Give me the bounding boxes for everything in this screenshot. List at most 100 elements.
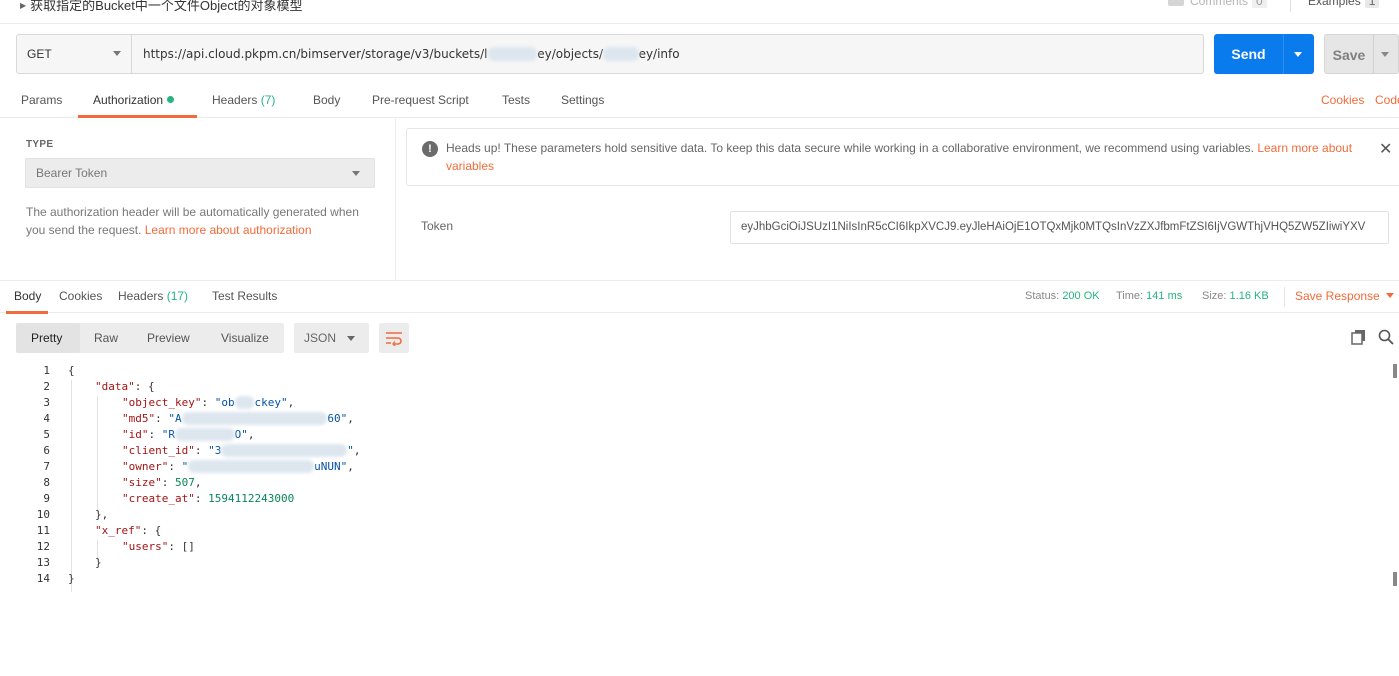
redacted-text: xxxxxxx [487, 47, 538, 61]
redacted-text: xxxxx [603, 47, 639, 61]
tab-authorization[interactable]: Authorization [93, 93, 175, 107]
json-key: "client_id" [122, 444, 195, 457]
line-number: 12 [36, 540, 50, 553]
view-visualize[interactable]: Visualize [221, 331, 269, 345]
redacted-text: xxxxxxxxx [175, 428, 235, 441]
line-number: 13 [36, 556, 50, 569]
code-line: "id": "RxxxxxxxxxO", [122, 428, 255, 441]
scrollbar-marker[interactable] [1393, 364, 1397, 378]
tab-body[interactable]: Body [313, 93, 340, 107]
json-string: O" [234, 428, 248, 441]
tab-pre-request-script[interactable]: Pre-request Script [372, 93, 469, 107]
examples-count: 1 [1364, 0, 1380, 8]
url-part: ey/objects/ [537, 47, 604, 61]
tab-response-cookies[interactable]: Cookies [59, 289, 102, 303]
examples-button[interactable]: Examples 1 [1308, 0, 1380, 8]
tab-count: (7) [260, 93, 276, 107]
code-line: { [68, 364, 75, 377]
tab-label: Authorization [93, 93, 164, 107]
response-tabs: Body Cookies Headers (17) Test Results S… [0, 280, 1399, 314]
auth-type-select[interactable]: Bearer Token [25, 158, 375, 188]
close-icon[interactable]: ✕ [1379, 139, 1392, 158]
json-string: 60" [327, 412, 348, 425]
sensitive-data-warning: ! Heads up! These parameters hold sensit… [406, 128, 1399, 186]
status-value: 200 OK [1062, 290, 1100, 302]
tab-response-body[interactable]: Body [14, 289, 41, 303]
send-button[interactable]: Send [1214, 34, 1314, 74]
json-key: "owner" [122, 460, 169, 473]
url-input[interactable]: https://api.cloud.pkpm.cn/bimserver/stor… [143, 47, 680, 61]
size-readout: Size: 1.16 KB [1202, 290, 1269, 302]
examples-label: Examples [1308, 0, 1361, 8]
request-title[interactable]: ▶ 获取指定的Bucket中一个文件Object的对象模型 [20, 0, 302, 14]
url-bar: GET https://api.cloud.pkpm.cn/bimserver/… [16, 34, 1204, 74]
learn-more-auth-link[interactable]: Learn more about authorization [145, 223, 312, 237]
send-label: Send [1231, 46, 1266, 62]
view-preview[interactable]: Preview [147, 331, 190, 345]
view-pretty[interactable]: Pretty [31, 331, 62, 345]
json-key: "create_at" [122, 492, 195, 505]
code-line: "client_id": "3xxxxxxxxxxxxxxxxxxx", [122, 444, 361, 457]
code-line: "create_at": 1594112243000 [122, 492, 295, 505]
save-response-button[interactable]: Save Response [1295, 289, 1394, 303]
warning-message: Heads up! These parameters hold sensitiv… [446, 141, 1258, 155]
collapse-triangle-icon[interactable]: ▶ [20, 1, 26, 10]
line-number: 9 [43, 492, 50, 505]
active-dot-icon [167, 96, 175, 103]
active-tab-underline [6, 311, 48, 314]
json-punct: : { [141, 524, 162, 537]
scrollbar-marker[interactable] [1393, 572, 1397, 586]
auth-type-panel: TYPE Bearer Token The authorization head… [0, 118, 396, 280]
tab-test-results[interactable]: Test Results [212, 289, 277, 303]
json-string: "ob [214, 396, 235, 409]
tab-settings[interactable]: Settings [561, 93, 604, 107]
format-select[interactable]: JSON [294, 323, 369, 353]
divider [1290, 0, 1291, 12]
indent-guide [97, 396, 98, 512]
code-line: }, [95, 508, 109, 521]
response-body-viewer[interactable]: 1 2 3 4 5 6 7 8 9 10 11 12 13 14 { "data… [0, 362, 1397, 676]
tab-label: Headers [212, 93, 258, 107]
tab-tests[interactable]: Tests [502, 93, 530, 107]
auth-type-value: Bearer Token [36, 166, 108, 180]
line-number: 14 [36, 572, 50, 585]
json-number: 507 [175, 476, 195, 489]
divider [1284, 287, 1285, 307]
line-number: 8 [43, 476, 50, 489]
comments-button[interactable]: Comments 0 [1168, 0, 1267, 8]
save-button[interactable]: Save [1324, 34, 1399, 74]
tab-params[interactable]: Params [21, 93, 62, 107]
send-options-chevron-icon[interactable] [1294, 52, 1302, 57]
code-line: "size": 507, [122, 476, 202, 489]
redacted-text: xxx [234, 396, 255, 409]
request-tabs: Params Authorization Headers (7) Body Pr… [0, 86, 1399, 118]
json-number: 1594112243000 [208, 492, 295, 505]
json-string: uNUN" [314, 460, 348, 473]
json-key: "object_key" [122, 396, 202, 409]
method-select[interactable]: GET [17, 35, 132, 73]
status-label: Status: [1025, 290, 1060, 302]
comment-icon [1168, 0, 1184, 6]
tab-headers[interactable]: Headers (7) [212, 93, 275, 107]
divider [1373, 35, 1374, 73]
code-line: "object_key": "obxxxckey", [122, 396, 295, 409]
code-line: "md5": "Axxxxxxxxxxxxxxxxxxxxxx60", [122, 412, 354, 425]
json-string: " [347, 444, 354, 457]
wrap-lines-button[interactable] [379, 323, 409, 353]
line-number: 5 [43, 428, 50, 441]
token-input[interactable]: eyJhbGciOiJSUzI1NiIsInR5cCI6IkpXVCJ9.eyJ… [730, 211, 1389, 244]
save-label: Save [1332, 47, 1366, 63]
cookies-link[interactable]: Cookies [1321, 93, 1364, 107]
search-icon[interactable] [1378, 329, 1394, 345]
tab-response-headers[interactable]: Headers (17) [118, 289, 188, 303]
json-string: "R [161, 428, 175, 441]
time-label: Time: [1116, 290, 1144, 302]
size-value: 1.16 KB [1229, 290, 1269, 302]
copy-icon[interactable] [1351, 329, 1367, 345]
indent-guide [71, 380, 72, 592]
save-options-chevron-icon[interactable] [1381, 52, 1389, 57]
view-raw[interactable]: Raw [94, 331, 118, 345]
json-punct: : { [134, 380, 155, 393]
token-label: Token [421, 219, 454, 233]
code-link[interactable]: Code [1375, 93, 1399, 107]
